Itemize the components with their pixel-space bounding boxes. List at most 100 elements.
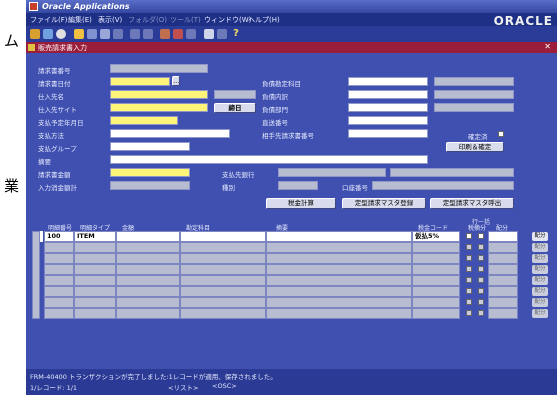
line-cell-extra[interactable] (488, 231, 518, 242)
line-cell-tax-code[interactable] (412, 264, 460, 275)
pay-method-field[interactable] (110, 129, 230, 138)
line-cell-tax-code[interactable] (412, 297, 460, 308)
payday-button[interactable]: 締日 (214, 103, 256, 113)
cut-icon[interactable] (113, 29, 123, 39)
line-bulk-checkbox[interactable] (466, 255, 472, 261)
line-bulk-checkbox[interactable] (466, 299, 472, 305)
line-cell-extra[interactable] (488, 264, 518, 275)
line-cell-no[interactable] (44, 308, 74, 319)
line-bulk-checkbox[interactable] (466, 233, 472, 239)
line-cell-extra[interactable] (488, 286, 518, 297)
line-cell-summary[interactable] (266, 275, 412, 286)
line-cell-type[interactable] (74, 253, 116, 264)
dist-button[interactable]: 配分 (532, 298, 548, 307)
line-tax-split-checkbox[interactable] (478, 233, 484, 239)
line-cell-type[interactable]: ITEM (74, 231, 116, 242)
menu-window[interactable]: ウィンドウ(W) (204, 15, 251, 25)
line-cell-tax-code[interactable] (412, 253, 460, 264)
line-tax-split-checkbox[interactable] (478, 310, 484, 316)
line-cell-amount[interactable] (116, 275, 180, 286)
menu-file[interactable]: ファイル(F) (30, 15, 68, 25)
line-cell-type[interactable] (74, 264, 116, 275)
line-cell-type[interactable] (74, 286, 116, 297)
find-icon[interactable] (100, 29, 110, 39)
form-close-icon[interactable]: ✕ (544, 42, 551, 51)
line-bulk-checkbox[interactable] (466, 244, 472, 250)
input-tax-total-field[interactable] (110, 181, 190, 190)
save-icon[interactable] (30, 29, 40, 39)
line-cell-no[interactable] (44, 253, 74, 264)
dist-button[interactable]: 配分 (532, 309, 548, 318)
line-tax-split-checkbox[interactable] (478, 266, 484, 272)
line-cell-tax-code[interactable] (412, 242, 460, 253)
dist-button[interactable]: 配分 (532, 243, 548, 252)
line-bulk-checkbox[interactable] (466, 288, 472, 294)
pay-dest-bank-field[interactable] (278, 168, 386, 177)
line-cell-amount[interactable] (116, 231, 180, 242)
pay-group-field[interactable] (110, 142, 190, 151)
template-call-button[interactable]: 定型請求マスタ呼出 (430, 198, 514, 209)
tax-calc-button[interactable]: 税金計算 (266, 198, 336, 209)
line-cell-extra[interactable] (488, 308, 518, 319)
line-cell-no[interactable] (44, 242, 74, 253)
line-cell-type[interactable] (74, 308, 116, 319)
line-cell-account[interactable] (180, 253, 266, 264)
line-cell-tax-code[interactable] (412, 286, 460, 297)
line-cell-amount[interactable] (116, 264, 180, 275)
zoom-icon[interactable] (56, 29, 66, 39)
print-confirm-button[interactable]: 印刷＆確定 (446, 142, 504, 152)
line-cell-amount[interactable] (116, 286, 180, 297)
kind-field[interactable] (278, 181, 318, 190)
line-cell-tax-code[interactable]: 仮払5% (412, 231, 460, 242)
liability-dept-field[interactable] (348, 103, 428, 112)
dist-button[interactable]: 配分 (532, 232, 548, 241)
line-bulk-checkbox[interactable] (466, 266, 472, 272)
menu-folder[interactable]: フォルダ(O) (128, 15, 167, 25)
invoice-date-field[interactable] (110, 77, 170, 86)
line-cell-amount[interactable] (116, 297, 180, 308)
line-cell-type[interactable] (74, 297, 116, 308)
help-icon[interactable]: ? (231, 29, 241, 39)
folder-icon[interactable] (74, 29, 84, 39)
supplier-site-field[interactable] (110, 103, 208, 112)
line-tax-split-checkbox[interactable] (478, 255, 484, 261)
line-cell-summary[interactable] (266, 308, 412, 319)
payment-due-field[interactable] (110, 116, 178, 125)
line-cell-type[interactable] (74, 275, 116, 286)
line-cell-type[interactable] (74, 242, 116, 253)
line-cell-account[interactable] (180, 286, 266, 297)
counterparty-invoice-field[interactable] (348, 129, 428, 138)
copy-icon[interactable] (130, 29, 140, 39)
dist-button[interactable]: 配分 (532, 287, 548, 296)
line-cell-no[interactable] (44, 297, 74, 308)
date-picker-button[interactable]: … (172, 76, 180, 86)
navigate-icon[interactable] (43, 29, 53, 39)
pay-dest-branch-field[interactable] (390, 168, 514, 177)
line-bulk-checkbox[interactable] (466, 277, 472, 283)
paste-icon[interactable] (143, 29, 153, 39)
liability-detail-field[interactable] (348, 90, 428, 99)
line-cell-no[interactable]: 100 (44, 231, 74, 242)
line-cell-summary[interactable] (266, 264, 412, 275)
line-cell-amount[interactable] (116, 242, 180, 253)
new-record-icon[interactable] (160, 29, 170, 39)
invoice-amount-field[interactable] (110, 168, 190, 177)
line-tax-split-checkbox[interactable] (478, 277, 484, 283)
line-cell-extra[interactable] (488, 242, 518, 253)
invoice-no-field[interactable] (110, 64, 208, 73)
template-register-button[interactable]: 定型請求マスタ登録 (342, 198, 426, 209)
confirm-checkbox[interactable] (498, 131, 504, 137)
line-tax-split-checkbox[interactable] (478, 288, 484, 294)
line-cell-account[interactable] (180, 264, 266, 275)
line-cell-tax-code[interactable] (412, 275, 460, 286)
attachment-icon[interactable] (204, 29, 214, 39)
liability-account-field[interactable] (348, 77, 428, 86)
line-cell-extra[interactable] (488, 275, 518, 286)
line-cell-summary[interactable] (266, 297, 412, 308)
line-cell-no[interactable] (44, 275, 74, 286)
line-cell-amount[interactable] (116, 253, 180, 264)
line-cell-extra[interactable] (488, 297, 518, 308)
line-cell-amount[interactable] (116, 308, 180, 319)
supplier-no-field[interactable] (214, 90, 256, 99)
line-cell-account[interactable] (180, 308, 266, 319)
